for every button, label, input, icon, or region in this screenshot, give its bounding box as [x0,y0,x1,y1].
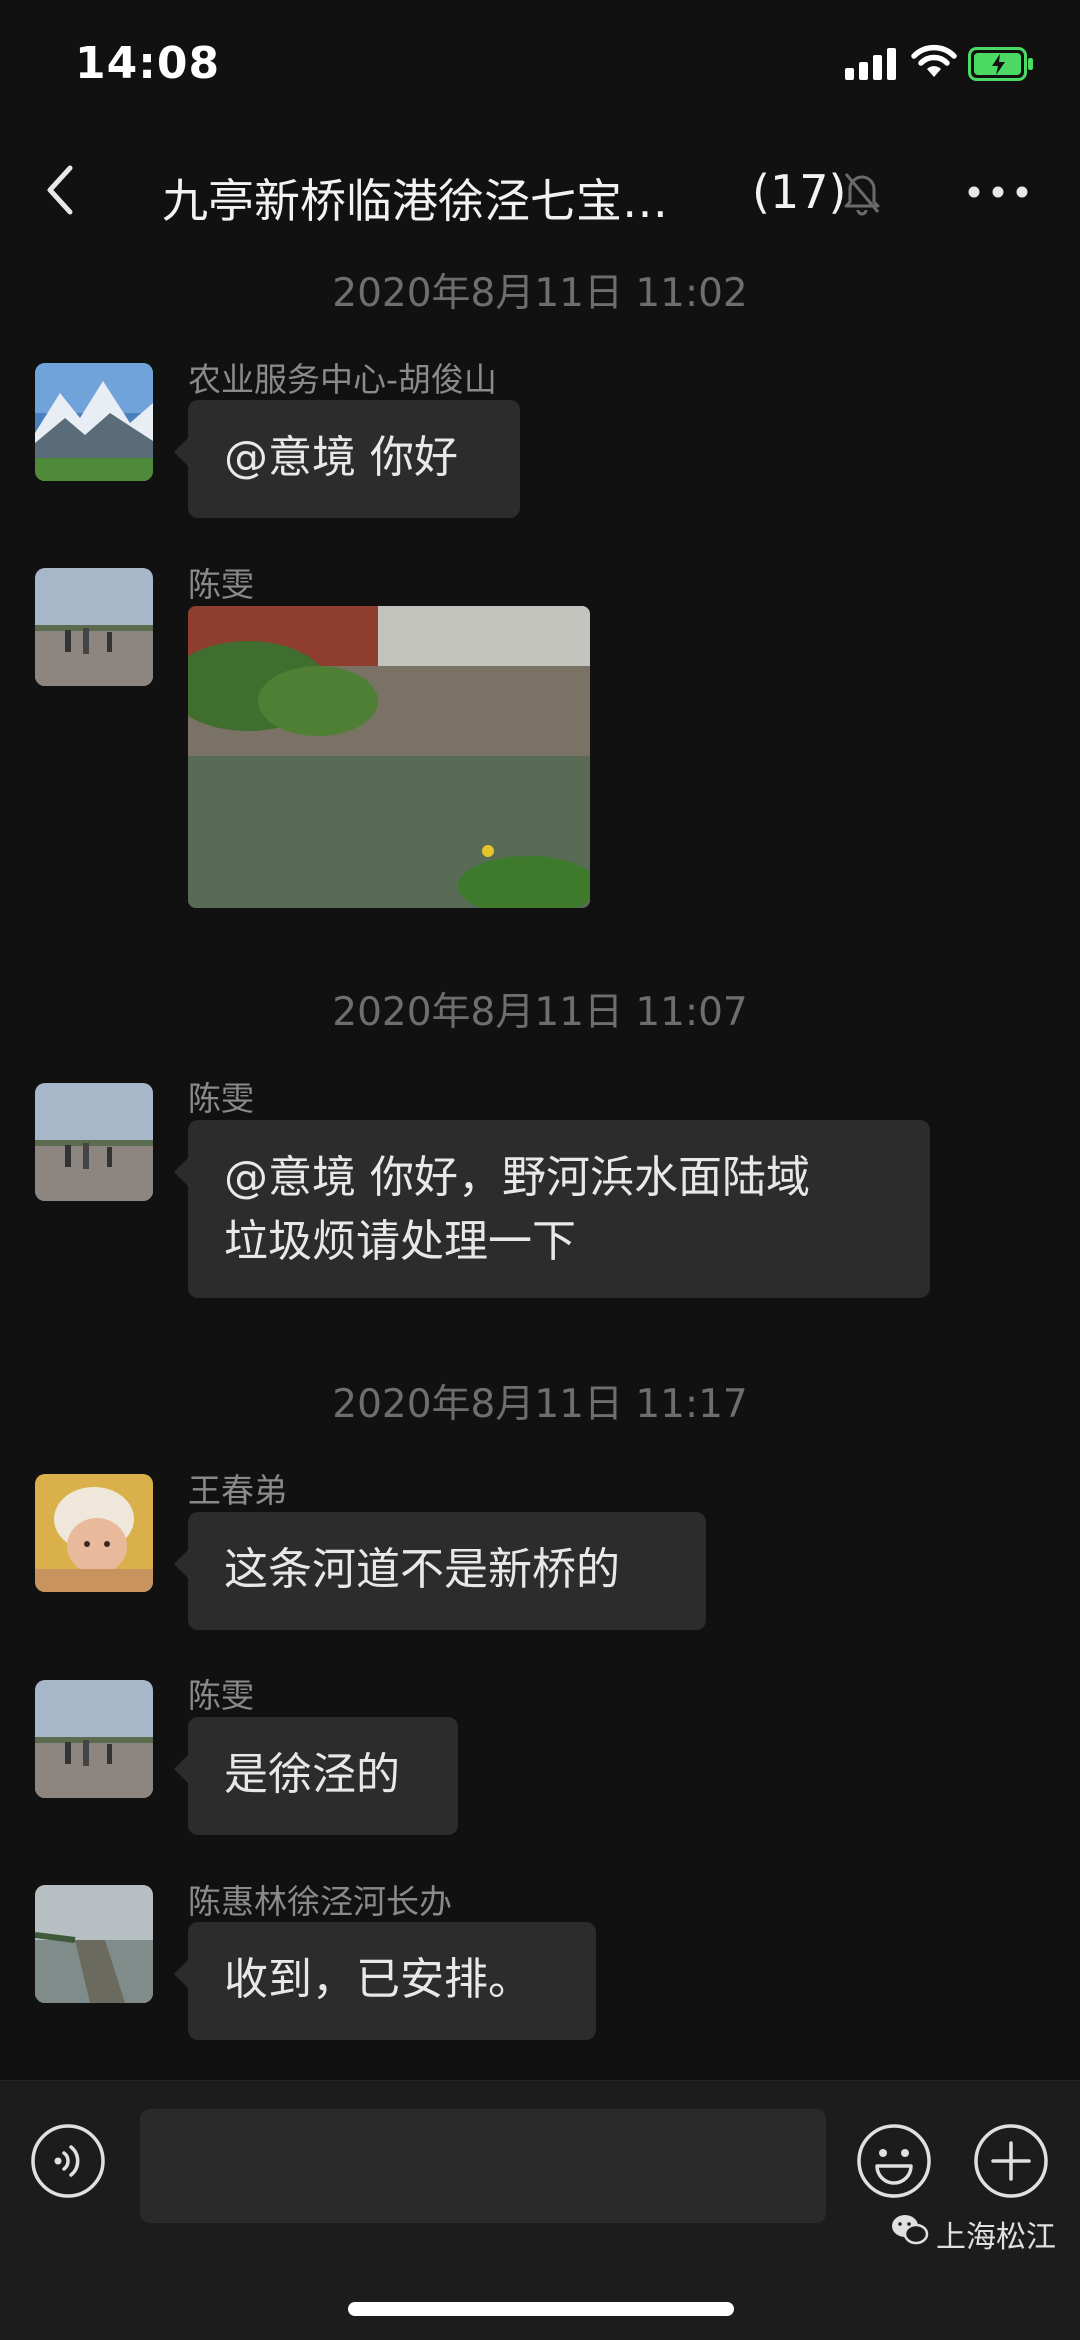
more-icon[interactable] [962,180,1034,204]
message-input[interactable] [140,2109,826,2223]
sender-name: 陈雯 [188,1079,254,1118]
sender-name: 陈雯 [188,565,254,604]
emoji-icon[interactable] [856,2123,932,2199]
avatar[interactable] [35,1474,153,1592]
message-timestamp: 2020年8月11日 11:07 [332,990,748,1035]
wechat-icon [892,2215,929,2245]
message-timestamp: 2020年8月11日 11:17 [332,1382,748,1427]
member-count: (17) [752,165,847,219]
message-text-line: 垃圾烦请处理一下 [224,1216,576,1267]
wifi-icon [911,44,957,77]
message-bubble[interactable]: @意境 你好，野河浜水面陆域 垃圾烦请处理一下 [174,1120,930,1298]
message-text-line: @意境 你好，野河浜水面陆域 [224,1152,810,1203]
home-indicator[interactable] [348,2302,734,2316]
battery-icon [968,47,1033,81]
message-bubble[interactable]: 是徐泾的 [174,1717,458,1835]
message-bubble[interactable]: @意境 你好 [174,400,520,518]
avatar[interactable] [35,363,153,481]
plus-icon[interactable] [973,2123,1049,2199]
avatar[interactable] [35,568,153,686]
chat-title[interactable]: 九亭新桥临港徐泾七宝… [162,165,668,231]
message-bubble[interactable]: 收到，已安排。 [174,1922,596,2040]
image-message[interactable] [188,606,590,908]
message-timestamp: 2020年8月11日 11:02 [332,271,748,316]
sender-name: 陈惠林徐泾河长办 [188,1882,452,1921]
back-icon[interactable] [30,158,94,222]
avatar[interactable] [35,1083,153,1201]
sender-name: 王春弟 [188,1471,287,1510]
watermark-text: 上海松江 [936,2220,1056,2255]
sender-name: 陈雯 [188,1676,254,1715]
message-bubble[interactable]: 这条河道不是新桥的 [174,1512,706,1630]
avatar[interactable] [35,1885,153,2003]
voice-icon[interactable] [30,2123,106,2199]
mute-icon [844,173,880,216]
avatar[interactable] [35,1680,153,1798]
signal-icon [845,44,897,80]
chat-header: 九亭新桥临港徐泾七宝… (17) [0,140,1080,250]
status-bar: 14:08 [0,0,1080,130]
status-time: 14:08 [75,38,221,89]
sender-name: 农业服务中心-胡俊山 [188,360,497,399]
input-bar [0,2080,1080,2340]
